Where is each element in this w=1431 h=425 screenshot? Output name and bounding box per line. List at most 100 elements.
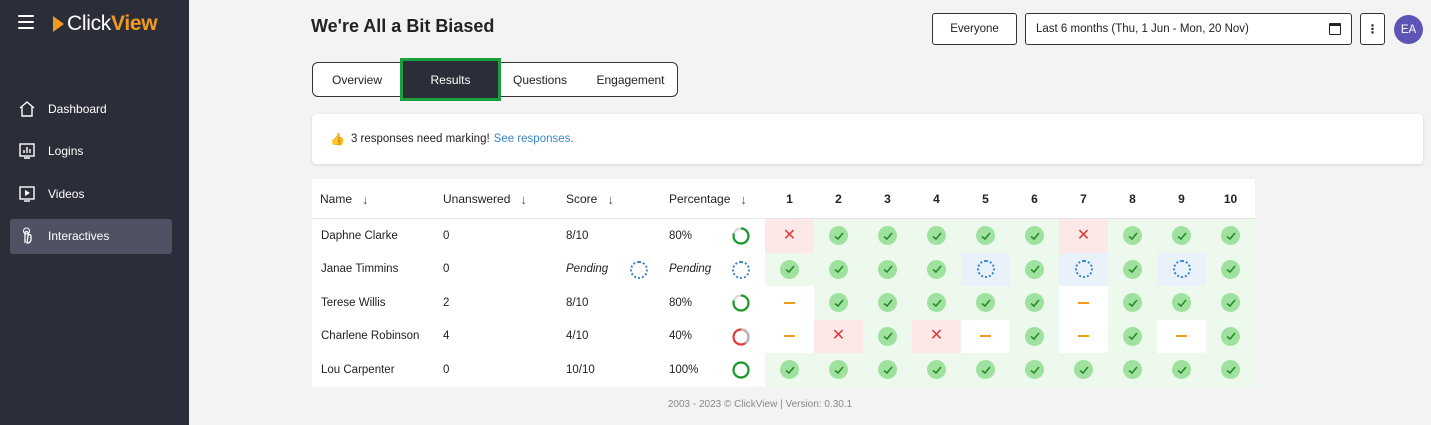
question-result-correct[interactable] xyxy=(1010,252,1059,286)
percentage-ring-icon xyxy=(732,294,750,312)
question-result-correct[interactable] xyxy=(912,252,961,286)
sort-arrow-icon[interactable]: ↓ xyxy=(520,192,527,207)
question-result-correct[interactable] xyxy=(863,319,912,353)
table-row[interactable]: Janae Timmins 0 Pending Pending xyxy=(312,252,1255,286)
question-result-correct[interactable] xyxy=(1206,219,1255,253)
question-result-unanswered[interactable] xyxy=(1157,319,1206,353)
table-row[interactable]: Terese Willis 2 8/10 80% xyxy=(312,286,1255,320)
question-result-correct[interactable] xyxy=(961,286,1010,320)
question-header-5[interactable]: 5 xyxy=(961,179,1010,219)
logo-text-view: View xyxy=(111,12,158,35)
question-header-8[interactable]: 8 xyxy=(1108,179,1157,219)
table-row[interactable]: Charlene Robinson 4 4/10 40% ✕ ✕ xyxy=(312,319,1255,353)
question-result-correct[interactable] xyxy=(863,252,912,286)
question-result-correct[interactable] xyxy=(1010,319,1059,353)
question-result-correct[interactable] xyxy=(1157,286,1206,320)
question-result-correct[interactable] xyxy=(1108,319,1157,353)
question-header-1[interactable]: 1 xyxy=(765,179,814,219)
sort-arrow-icon[interactable]: ↓ xyxy=(362,192,369,207)
question-header-6[interactable]: 6 xyxy=(1010,179,1059,219)
check-icon xyxy=(829,259,848,279)
question-result-correct[interactable] xyxy=(863,286,912,320)
question-result-correct[interactable] xyxy=(912,286,961,320)
question-result-correct[interactable] xyxy=(961,353,1010,387)
sidebar-item-dashboard[interactable]: Dashboard xyxy=(10,91,172,126)
question-result-correct[interactable] xyxy=(1108,252,1157,286)
question-result-correct[interactable] xyxy=(1206,353,1255,387)
question-result-correct[interactable] xyxy=(765,353,814,387)
check-icon xyxy=(878,259,897,279)
question-result-correct[interactable] xyxy=(1010,219,1059,253)
question-result-unanswered[interactable] xyxy=(1059,319,1108,353)
menu-icon[interactable] xyxy=(18,15,34,29)
question-header-7[interactable]: 7 xyxy=(1059,179,1108,219)
sidebar-item-label: Logins xyxy=(48,144,84,158)
question-result-unanswered[interactable] xyxy=(765,286,814,320)
question-result-wrong[interactable]: ✕ xyxy=(912,319,961,353)
question-result-correct[interactable] xyxy=(814,286,863,320)
see-responses-link[interactable]: See responses. xyxy=(494,133,574,145)
check-icon xyxy=(1123,259,1142,279)
question-result-correct[interactable] xyxy=(1010,353,1059,387)
question-result-wrong[interactable]: ✕ xyxy=(765,219,814,253)
question-result-wrong[interactable]: ✕ xyxy=(1059,219,1108,253)
question-result-correct[interactable] xyxy=(863,353,912,387)
question-result-correct[interactable] xyxy=(912,353,961,387)
question-result-correct[interactable] xyxy=(814,252,863,286)
question-result-correct[interactable] xyxy=(765,252,814,286)
question-result-correct[interactable] xyxy=(1157,219,1206,253)
more-options-button[interactable]: ⋮ xyxy=(1360,13,1385,45)
student-name: Daphne Clarke xyxy=(321,229,398,242)
question-result-wrong[interactable]: ✕ xyxy=(814,319,863,353)
question-result-correct[interactable] xyxy=(1059,353,1108,387)
column-header-unanswered[interactable]: Unanswered ↓ xyxy=(443,179,527,219)
question-result-correct[interactable] xyxy=(1206,319,1255,353)
question-result-correct[interactable] xyxy=(1108,353,1157,387)
avatar[interactable]: EA xyxy=(1394,15,1423,44)
tab-results[interactable]: Results xyxy=(400,58,501,101)
sort-arrow-icon[interactable]: ↓ xyxy=(740,192,747,207)
cross-icon: ✕ xyxy=(1076,226,1091,244)
question-result-correct[interactable] xyxy=(1206,286,1255,320)
question-result-correct[interactable] xyxy=(1206,252,1255,286)
question-header-3[interactable]: 3 xyxy=(863,179,912,219)
check-icon xyxy=(1025,259,1044,279)
question-result-correct[interactable] xyxy=(1108,286,1157,320)
date-range-field[interactable]: Last 6 months (Thu, 1 Jun - Mon, 20 Nov) xyxy=(1025,13,1352,45)
question-result-correct[interactable] xyxy=(912,219,961,253)
column-header-percentage[interactable]: Percentage ↓ xyxy=(669,179,747,219)
calendar-icon[interactable] xyxy=(1329,23,1341,35)
column-header-name[interactable]: Name ↓ xyxy=(320,179,369,219)
percentage-ring-icon xyxy=(732,227,750,245)
sort-arrow-icon[interactable]: ↓ xyxy=(607,192,614,207)
table-row[interactable]: Lou Carpenter 0 10/10 100% xyxy=(312,353,1255,387)
question-result-correct[interactable] xyxy=(814,219,863,253)
clickview-logo[interactable]: Click View xyxy=(53,12,158,36)
percentage-value: 100% xyxy=(669,363,699,376)
question-result-correct[interactable] xyxy=(1108,219,1157,253)
question-result-unanswered[interactable] xyxy=(765,319,814,353)
question-header-10[interactable]: 10 xyxy=(1206,179,1255,219)
tab-engagement[interactable]: Engagement xyxy=(583,63,678,96)
question-result-pending[interactable] xyxy=(1157,252,1206,286)
question-header-9[interactable]: 9 xyxy=(1157,179,1206,219)
question-result-pending[interactable] xyxy=(961,252,1010,286)
question-result-unanswered[interactable] xyxy=(1059,286,1108,320)
question-header-4[interactable]: 4 xyxy=(912,179,961,219)
audience-button[interactable]: Everyone xyxy=(932,13,1017,45)
sidebar-item-logins[interactable]: Logins xyxy=(10,134,172,169)
column-header-score[interactable]: Score ↓ xyxy=(566,179,614,219)
question-result-unanswered[interactable] xyxy=(961,319,1010,353)
question-result-pending[interactable] xyxy=(1059,252,1108,286)
sidebar-item-videos[interactable]: Videos xyxy=(10,176,172,211)
sidebar-item-interactives[interactable]: Interactives xyxy=(10,218,172,254)
question-result-correct[interactable] xyxy=(863,219,912,253)
question-result-correct[interactable] xyxy=(1157,353,1206,387)
question-result-correct[interactable] xyxy=(814,353,863,387)
tab-overview[interactable]: Overview xyxy=(313,63,401,96)
table-row[interactable]: Daphne Clarke 0 8/10 80% ✕ ✕ xyxy=(312,219,1255,253)
question-header-2[interactable]: 2 xyxy=(814,179,863,219)
tab-questions[interactable]: Questions xyxy=(500,63,580,96)
question-result-correct[interactable] xyxy=(961,219,1010,253)
question-result-correct[interactable] xyxy=(1010,286,1059,320)
